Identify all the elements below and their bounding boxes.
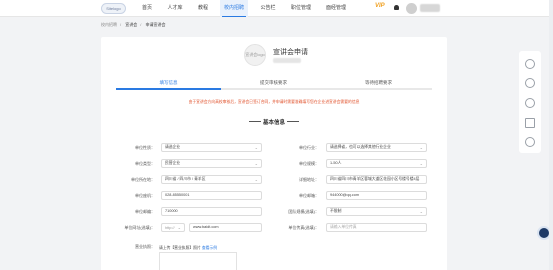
- page-title: 宣讲会申请: [273, 49, 308, 56]
- unit-email-input[interactable]: 944000@qq.com: [326, 191, 427, 200]
- label-unit-location: 单位所在地：: [131, 177, 155, 182]
- unit-scale-select[interactable]: 1-50人 ⌄: [326, 159, 427, 168]
- nav-item-home[interactable]: 首页: [137, 0, 157, 17]
- unit-phone-input[interactable]: 028-85550001: [161, 191, 262, 200]
- chevron-down-icon: ⌄: [419, 145, 423, 150]
- help-icon[interactable]: [525, 137, 535, 147]
- chevron-down-icon: ⌄: [419, 161, 423, 166]
- label-unit-phone: 单位座机：: [135, 193, 155, 198]
- upload-hint: 请上传【营业执照】照片 查看示例: [159, 246, 218, 250]
- label-team-scale: 团队规模(选填)：: [288, 209, 319, 214]
- unit-industry-select[interactable]: 请选择省，也可以选择其他行业企业 ⌄: [326, 143, 427, 152]
- label-unit-website: 单位网址(选填)：: [124, 225, 155, 230]
- breadcrumb-current: 申请宣讲会: [145, 22, 166, 27]
- nav-item-job-manage[interactable]: 职位管理: [288, 0, 314, 17]
- unit-type-select[interactable]: 民营企业 ⌄: [161, 159, 262, 168]
- label-unit-postcode: 单位邮编：: [135, 209, 155, 214]
- breadcrumb-item[interactable]: 校内招聘: [101, 22, 117, 27]
- chat-icon[interactable]: [525, 59, 535, 69]
- unit-fax-input[interactable]: 请输入单位传真: [326, 223, 427, 232]
- label-business-license: 营业执照：: [135, 244, 155, 249]
- breadcrumb: 校内招聘 / 宣讲会 / 申请宣讲会: [101, 22, 166, 27]
- label-unit-industry: 单位行业：: [299, 145, 319, 150]
- tab-active-indicator: [116, 88, 221, 90]
- side-toolbar: [519, 51, 541, 153]
- unit-location-select[interactable]: 四川省 / 四川市 / 青羊区 ⌄: [161, 175, 262, 184]
- chevron-down-icon: ⌄: [254, 177, 258, 182]
- protocol-select[interactable]: http://⌄: [161, 223, 185, 232]
- subtitle-blurred: [273, 58, 301, 63]
- label-detail-address: 详细地址：: [299, 177, 319, 182]
- unit-nature-select[interactable]: 请选企业 ⌄: [161, 143, 262, 152]
- scrollbar[interactable]: [549, 0, 553, 270]
- nav-item-notice-board[interactable]: 公告栏: [257, 0, 279, 17]
- step-tabs: 填写信息 提交审核要求 等待招聘要求: [116, 79, 432, 91]
- user-name-blurred[interactable]: [420, 4, 440, 12]
- nav-item-talent-pool[interactable]: 人才库: [164, 0, 186, 17]
- breadcrumb-item[interactable]: 宣讲会: [125, 22, 137, 27]
- unit-postcode-input[interactable]: 710000: [161, 207, 262, 216]
- bell-icon[interactable]: [394, 5, 399, 10]
- avatar[interactable]: [406, 3, 417, 14]
- nav-item-tutorial[interactable]: 教程: [193, 0, 213, 17]
- notice-text: 由于宣讲会方向高校审核后，宣讲会已签订合同，并申请时需要准确填写您在企业进宣讲会…: [188, 100, 360, 104]
- chevron-down-icon: ⌄: [254, 145, 258, 150]
- section-title: 基本信息: [262, 120, 285, 126]
- qr-code-icon[interactable]: [525, 118, 535, 128]
- label-unit-nature: 单位性质：: [135, 145, 155, 150]
- label-unit-email: 单位邮箱：: [299, 193, 319, 198]
- license-upload-area[interactable]: [159, 252, 237, 270]
- label-unit-fax: 单位传真(选填)：: [288, 225, 319, 230]
- divider: [287, 121, 299, 122]
- clock-icon[interactable]: [525, 98, 535, 108]
- nav-item-interview-manage[interactable]: 面经管理: [323, 0, 349, 17]
- site-logo[interactable]: Sitelogo: [101, 3, 126, 14]
- chevron-down-icon: ⌄: [419, 209, 423, 214]
- view-example-link[interactable]: 查看示例: [202, 246, 217, 250]
- top-nav: Sitelogo 首页 人才库 教程 校内招聘 公告栏 职位管理 面经管理 VI…: [0, 0, 553, 17]
- team-scale-select[interactable]: 不限制 ⌄: [326, 207, 427, 216]
- unit-website-input[interactable]: www.baidt.com: [189, 223, 262, 232]
- label-unit-scale: 单位规模：: [299, 161, 319, 166]
- nav-item-campus-recruit[interactable]: 校内招聘: [220, 0, 248, 17]
- vip-badge[interactable]: VIP: [375, 3, 385, 9]
- label-unit-type: 单位类型：: [135, 161, 155, 166]
- apply-card: 宣讲会logo 宣讲会申请 填写信息 提交审核要求 等待招聘要求 由于宣讲会方向…: [101, 37, 447, 270]
- company-logo: 宣讲会logo: [244, 44, 266, 66]
- chevron-down-icon: ⌄: [254, 161, 258, 166]
- headset-icon[interactable]: [525, 78, 535, 88]
- chevron-down-icon: ⌄: [177, 225, 181, 230]
- detail-address-input[interactable]: 四川省四川市青羊区蓉城大道区花园小区号楼号楼4层: [326, 175, 427, 184]
